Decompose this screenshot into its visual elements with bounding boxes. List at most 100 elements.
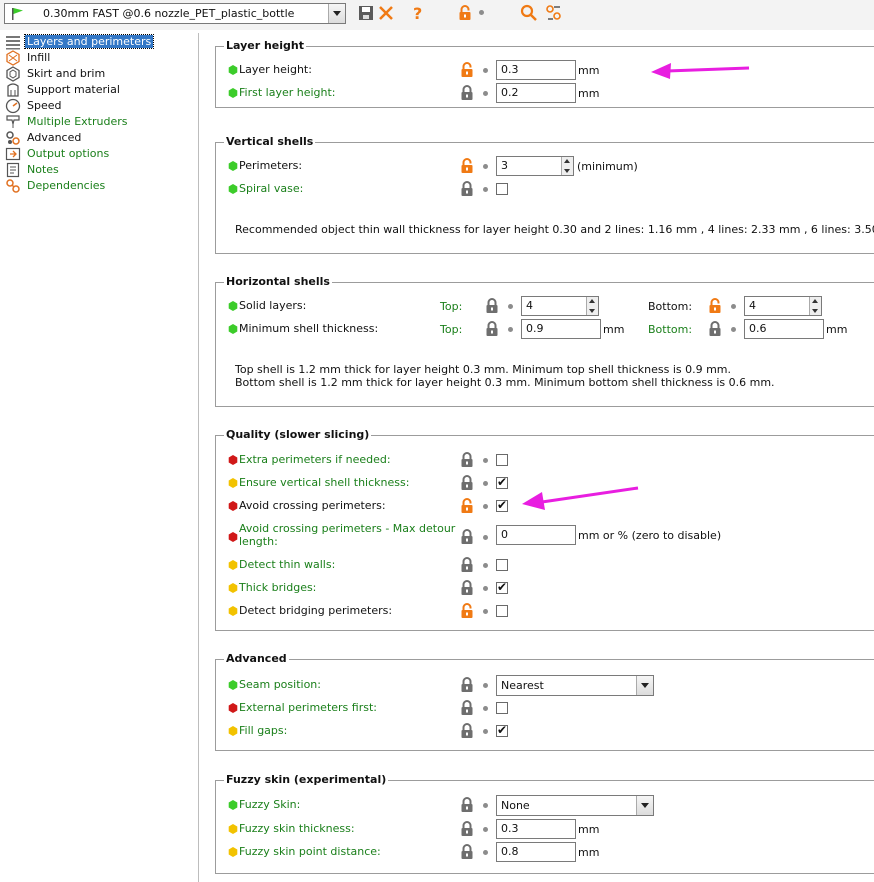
sidebar-item-label: Support material: [27, 83, 120, 96]
dot-icon: [483, 563, 488, 568]
lock-closed-icon[interactable]: [460, 821, 474, 837]
status-dot-red-icon: [228, 703, 238, 713]
spin-arrows-icon[interactable]: [561, 157, 573, 175]
setting-label: Fuzzy skin point distance:: [239, 845, 381, 858]
lock-closed-icon[interactable]: [460, 844, 474, 860]
setting-label: Solid layers:: [239, 299, 307, 312]
lock-open-icon[interactable]: [460, 62, 474, 78]
thick-bridges-checkbox[interactable]: ✔: [496, 580, 508, 594]
advanced-icon: [6, 131, 20, 145]
setting-label: Detect bridging perimeters:: [239, 604, 393, 617]
search-icon[interactable]: [520, 4, 538, 22]
setting-spiral-vase: Spiral vase:: [216, 179, 874, 201]
avoid-crossing-checkbox[interactable]: ✔: [496, 498, 508, 512]
unit-label: mm: [578, 64, 600, 77]
spiral-vase-checkbox[interactable]: [496, 183, 508, 195]
seam-position-select[interactable]: Nearest: [496, 675, 654, 696]
checkmark-icon: ✔: [497, 723, 508, 737]
fuzzy-skin-thickness-input[interactable]: 0.3: [496, 819, 576, 839]
setting-seam-position: Seam position: Nearest: [216, 675, 874, 697]
perimeters-spinner[interactable]: 3: [496, 156, 574, 176]
dot-icon: [483, 729, 488, 734]
compare-icon[interactable]: [545, 4, 563, 22]
sidebar: Layers and perimeters Infill Skirt and b…: [0, 33, 199, 882]
lock-closed-icon[interactable]: [485, 298, 499, 314]
setting-label: Perimeters:: [239, 159, 303, 172]
setting-extra-perimeters: Extra perimeters if needed:: [216, 450, 874, 472]
lock-closed-icon[interactable]: [460, 723, 474, 739]
min-shell-top-input[interactable]: 0.9: [521, 319, 601, 339]
setting-detect-bridging: Detect bridging perimeters:: [216, 601, 874, 623]
lock-open-icon[interactable]: [460, 158, 474, 174]
fill-gaps-checkbox[interactable]: ✔: [496, 723, 508, 737]
lock-closed-icon[interactable]: [460, 181, 474, 197]
suffix-label: (minimum): [577, 160, 638, 173]
ensure-vertical-checkbox[interactable]: ✔: [496, 475, 508, 489]
lock-closed-icon[interactable]: [460, 85, 474, 101]
flag-icon: [12, 8, 23, 20]
preset-selector[interactable]: 0.30mm FAST @0.6 nozzle_PET_plastic_bott…: [4, 3, 346, 24]
lock-closed-icon[interactable]: [460, 452, 474, 468]
lock-closed-icon[interactable]: [485, 321, 499, 337]
lock-closed-icon[interactable]: [460, 557, 474, 573]
checkmark-icon: ✔: [497, 580, 508, 594]
spin-arrows-icon[interactable]: [586, 297, 598, 315]
setting-label: Seam position:: [239, 678, 321, 691]
solid-layers-top-spinner[interactable]: 4: [521, 296, 599, 316]
chevron-down-icon[interactable]: [636, 676, 653, 695]
first-layer-height-input[interactable]: 0.2: [496, 83, 576, 103]
dot-icon: [483, 535, 488, 540]
skirt-icon: [6, 66, 20, 82]
setting-external-perimeters-first: External perimeters first:: [216, 698, 874, 720]
annotation-arrow-icon: [651, 63, 750, 79]
detect-bridging-checkbox[interactable]: [496, 605, 508, 617]
solid-layers-bottom-spinner[interactable]: 4: [744, 296, 822, 316]
extra-perimeters-checkbox[interactable]: [496, 454, 508, 466]
lock-closed-icon[interactable]: [708, 321, 722, 337]
lock-closed-icon[interactable]: [460, 580, 474, 596]
chevron-down-icon[interactable]: [328, 4, 345, 23]
setting-label: Layer height:: [239, 63, 312, 76]
sidebar-item-label: Output options: [27, 147, 110, 160]
status-dot-green-icon: [228, 324, 238, 334]
chevron-down-icon[interactable]: [636, 796, 653, 815]
lock-closed-icon[interactable]: [460, 529, 474, 545]
avoid-crossing-detour-input[interactable]: 0: [496, 525, 576, 545]
status-dot-yellow-icon: [228, 847, 238, 857]
setting-detect-thin-walls: Detect thin walls:: [216, 555, 874, 577]
help-icon[interactable]: ?: [409, 4, 427, 22]
dot-icon: [483, 91, 488, 96]
lock-open-icon[interactable]: [708, 298, 722, 314]
external-perimeters-first-checkbox[interactable]: [496, 702, 508, 714]
group-title: Horizontal shells: [224, 275, 332, 288]
lock-icon[interactable]: [458, 5, 472, 21]
fuzzy-skin-point-distance-input[interactable]: 0.8: [496, 842, 576, 862]
setting-label: Extra perimeters if needed:: [239, 453, 391, 466]
layer-height-input[interactable]: 0.3: [496, 60, 576, 80]
sidebar-item-label: Notes: [27, 163, 59, 176]
dot-icon: [483, 803, 488, 808]
save-icon[interactable]: [357, 4, 375, 22]
min-shell-bottom-input[interactable]: 0.6: [744, 319, 824, 339]
lock-closed-icon[interactable]: [460, 475, 474, 491]
lock-closed-icon[interactable]: [460, 700, 474, 716]
lock-open-icon[interactable]: [460, 603, 474, 619]
lock-open-icon[interactable]: [460, 498, 474, 514]
setting-avoid-crossing-detour: Avoid crossing perimeters - Max detour l…: [216, 522, 874, 552]
status-dot-yellow-icon: [228, 606, 238, 616]
setting-perimeters: Perimeters: 3 (minimum): [216, 156, 874, 178]
perimeters-value: 3: [501, 159, 508, 172]
spin-arrows-icon[interactable]: [809, 297, 821, 315]
dot-icon: [483, 164, 488, 169]
layers-icon: [6, 36, 20, 50]
lock-closed-icon[interactable]: [460, 797, 474, 813]
fuzzy-skin-value: None: [501, 799, 530, 812]
lock-closed-icon[interactable]: [460, 677, 474, 693]
delete-icon[interactable]: [377, 4, 395, 22]
detect-thin-walls-checkbox[interactable]: [496, 559, 508, 571]
annotation-arrow-icon: [522, 486, 639, 510]
fuzzy-skin-select[interactable]: None: [496, 795, 654, 816]
group-title: Layer height: [224, 39, 307, 52]
dot-icon: [483, 609, 488, 614]
dot-icon: [479, 10, 484, 15]
